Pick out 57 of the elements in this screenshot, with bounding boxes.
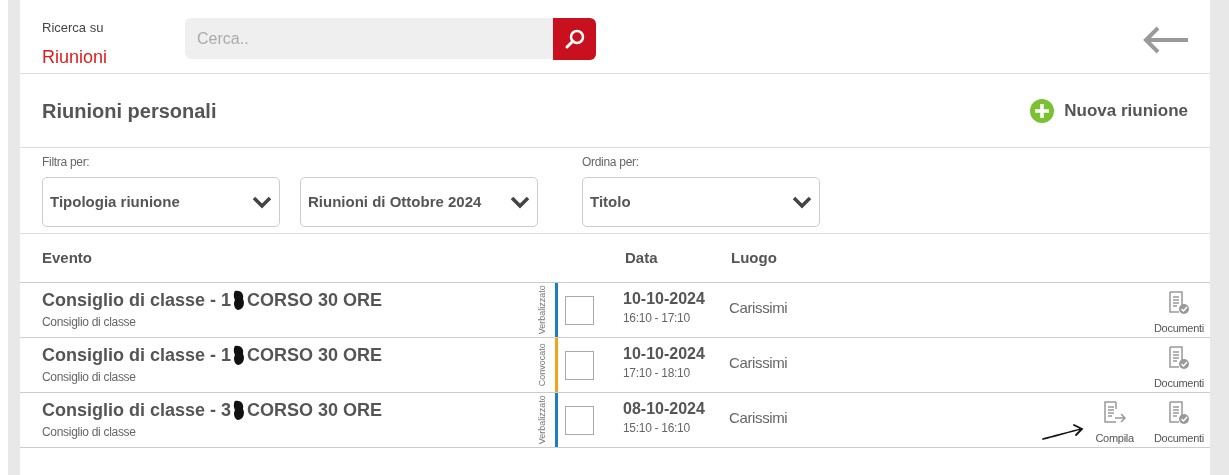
event-place: Carissimi (729, 298, 788, 318)
event-time: 15:10 - 16:10 (623, 420, 691, 437)
document-check-icon (1167, 401, 1190, 425)
back-button[interactable] (1142, 25, 1190, 55)
page-title: Riunioni personali (42, 98, 217, 124)
event-type: Consiglio di classe (42, 314, 137, 331)
event-date: 10-10-2024 (623, 344, 706, 364)
event-date: 08-10-2024 (623, 399, 706, 419)
new-meeting-button[interactable]: Nuova riunione (1030, 97, 1188, 124)
event-title[interactable]: CORSO 30 ORE (247, 288, 383, 312)
event-title[interactable]: CORSO 30 ORE (247, 343, 383, 367)
event-title[interactable]: CORSO 30 ORE (247, 398, 383, 422)
document-check-icon (1167, 291, 1190, 315)
event-title[interactable]: Consiglio di classe - 1 (42, 288, 232, 312)
event-time: 17:10 - 18:10 (623, 365, 691, 382)
checkbox[interactable] (565, 350, 594, 380)
search-scope[interactable]: Riunioni (42, 43, 185, 71)
redaction-scribble (232, 399, 247, 421)
sort-label: Ordina per: (582, 154, 640, 171)
back-arrow-icon (1142, 25, 1190, 55)
status-label: Verbalizzato (535, 285, 548, 335)
dropdown[interactable]: Riunioni di Ottobre 2024 (300, 177, 538, 227)
search-icon (563, 28, 586, 50)
dropdown[interactable]: Titolo (582, 177, 820, 227)
checkbox[interactable] (565, 405, 594, 435)
dropdown[interactable]: Tipologia riunione (42, 177, 280, 227)
column-header: Luogo (731, 247, 777, 268)
search-field[interactable]: Cerca.. (185, 18, 553, 59)
status-label: Convocato (535, 343, 548, 387)
redaction-scribble (232, 289, 247, 311)
fill-in-button[interactable]: Compila (1095, 401, 1134, 445)
event-type: Consiglio di classe (42, 424, 137, 441)
search-scope-label: Ricerca su (42, 19, 105, 37)
chevron-down-icon (510, 195, 530, 209)
document-arrow-icon (1102, 401, 1127, 425)
documents-button[interactable]: Documenti (1153, 291, 1204, 335)
filter-label: Filtra per: (42, 154, 91, 171)
event-place: Carissimi (729, 353, 788, 373)
event-date: 10-10-2024 (623, 289, 706, 309)
document-check-icon (1167, 346, 1190, 370)
chevron-down-icon (792, 195, 812, 209)
redaction-scribble (232, 344, 247, 366)
event-title[interactable]: Consiglio di classe - 1 (42, 343, 232, 367)
event-time: 16:10 - 17:10 (623, 310, 691, 327)
event-title[interactable]: Consiglio di classe - 3 (42, 398, 232, 422)
event-place: Carissimi (729, 408, 788, 428)
checkbox[interactable] (565, 295, 594, 325)
column-header: Evento (42, 247, 93, 268)
column-header: Data (625, 247, 659, 268)
hand-drawn-arrow (1041, 423, 1086, 441)
event-type: Consiglio di classe (42, 369, 137, 386)
chevron-down-icon (252, 195, 272, 209)
documents-button[interactable]: Documenti (1153, 401, 1204, 445)
plus-circle-icon (1030, 98, 1055, 123)
search-button[interactable] (553, 18, 596, 60)
status-label: Verbalizzato (535, 395, 548, 445)
documents-button[interactable]: Documenti (1153, 346, 1204, 390)
